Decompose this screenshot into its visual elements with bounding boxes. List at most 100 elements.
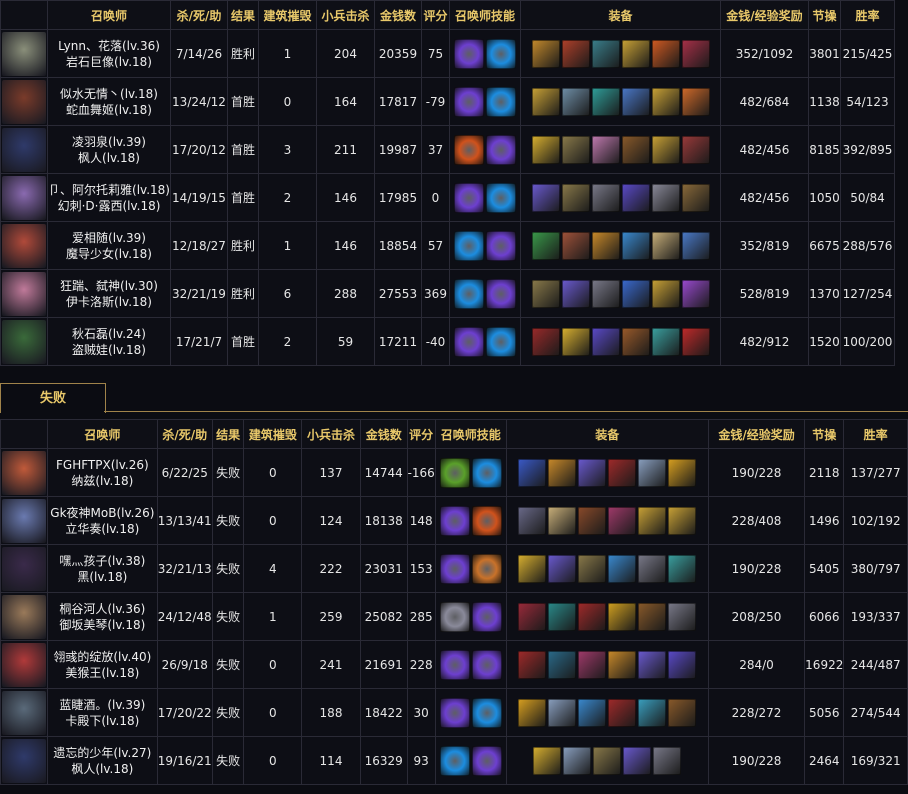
item-icon[interactable]: [593, 746, 622, 775]
item-icon[interactable]: [681, 39, 710, 68]
summoner-spell-icon[interactable]: [439, 649, 470, 680]
avatar[interactable]: [2, 271, 46, 316]
item-icon[interactable]: [608, 650, 637, 679]
summoner-spell-icon[interactable]: [439, 697, 470, 728]
summoner-name[interactable]: 凌羽泉(lv.39): [49, 134, 170, 150]
item-icon[interactable]: [518, 506, 547, 535]
item-icon[interactable]: [578, 602, 607, 631]
item-icon[interactable]: [531, 327, 560, 356]
item-icon[interactable]: [668, 458, 697, 487]
item-icon[interactable]: [518, 554, 547, 583]
summoner-name[interactable]: FGHFTPX(lv.26): [48, 457, 156, 473]
avatar[interactable]: [1, 642, 46, 687]
player-row[interactable]: 翎彧的绽放(lv.40) 美猴王(lv.18) 26/9/18 失败 0 241 21691…: [0, 640, 908, 689]
player-row[interactable]: 桐谷河人(lv.36) 御坂美琴(lv.18) 24/12/48 失败 1 259 2508…: [0, 592, 908, 641]
summoner-name[interactable]: 似水无情丶(lv.18): [49, 86, 170, 102]
item-icon[interactable]: [548, 698, 577, 727]
item-icon[interactable]: [531, 135, 560, 164]
item-icon[interactable]: [591, 327, 620, 356]
avatar[interactable]: [1, 594, 46, 639]
player-row[interactable]: 嘿灬孩子(lv.38) 黑(lv.18) 32/21/13 失败 4 222 23031 15…: [0, 544, 908, 593]
item-icon[interactable]: [681, 231, 710, 260]
item-icon[interactable]: [578, 554, 607, 583]
item-icon[interactable]: [608, 602, 637, 631]
player-row[interactable]: 卩、阿尔托莉雅(lv.18) 幻刺·D·露西(lv.18) 14/19/15 首胜 2 1…: [0, 173, 895, 222]
summoner-spell-icon[interactable]: [454, 86, 484, 117]
summoner-name[interactable]: 蓝睫酒。(lv.39): [48, 697, 156, 713]
item-icon[interactable]: [621, 87, 650, 116]
item-icon[interactable]: [518, 458, 547, 487]
summoner-spell-icon[interactable]: [486, 38, 516, 69]
item-icon[interactable]: [578, 458, 607, 487]
summoner-spell-icon[interactable]: [439, 601, 470, 632]
item-icon[interactable]: [591, 87, 620, 116]
item-icon[interactable]: [621, 231, 650, 260]
summoner-spell-icon[interactable]: [471, 601, 502, 632]
item-icon[interactable]: [531, 39, 560, 68]
summoner-name[interactable]: 秋石磊(lv.24): [49, 326, 170, 342]
summoner-spell-icon[interactable]: [486, 86, 516, 117]
player-row[interactable]: 蓝睫酒。(lv.39) 卡殿下(lv.18) 17/20/22 失败 0 188 18422…: [0, 688, 908, 737]
item-icon[interactable]: [651, 87, 680, 116]
item-icon[interactable]: [668, 602, 697, 631]
summoner-spell-icon[interactable]: [486, 230, 516, 261]
item-icon[interactable]: [621, 279, 650, 308]
item-icon[interactable]: [533, 746, 562, 775]
summoner-spell-icon[interactable]: [471, 457, 502, 488]
item-icon[interactable]: [681, 183, 710, 212]
player-row[interactable]: FGHFTPX(lv.26) 纳兹(lv.18) 6/22/25 失败 0 137 1474…: [0, 448, 908, 497]
item-icon[interactable]: [608, 458, 637, 487]
avatar[interactable]: [2, 31, 46, 76]
summoner-spell-icon[interactable]: [439, 745, 470, 776]
item-icon[interactable]: [561, 39, 590, 68]
item-icon[interactable]: [651, 39, 680, 68]
summoner-spell-icon[interactable]: [471, 553, 502, 584]
item-icon[interactable]: [608, 698, 637, 727]
summoner-spell-icon[interactable]: [454, 134, 484, 165]
summoner-name[interactable]: 狂踹、弑神(lv.30): [49, 278, 170, 294]
avatar[interactable]: [1, 690, 46, 735]
item-icon[interactable]: [621, 327, 650, 356]
player-row[interactable]: 秋石磊(lv.24) 盗贼娃(lv.18) 17/21/7 首胜 2 59 17211 -40…: [0, 317, 895, 366]
avatar[interactable]: [1, 738, 46, 783]
item-icon[interactable]: [518, 602, 547, 631]
item-icon[interactable]: [623, 746, 652, 775]
item-icon[interactable]: [561, 279, 590, 308]
summoner-spell-icon[interactable]: [439, 553, 470, 584]
item-icon[interactable]: [608, 554, 637, 583]
summoner-name[interactable]: 嘿灬孩子(lv.38): [48, 553, 156, 569]
summoner-spell-icon[interactable]: [439, 505, 470, 536]
item-icon[interactable]: [651, 327, 680, 356]
item-icon[interactable]: [531, 231, 560, 260]
summoner-name[interactable]: Gk夜神MoB(lv.26): [48, 505, 156, 521]
item-icon[interactable]: [653, 746, 682, 775]
item-icon[interactable]: [668, 506, 697, 535]
item-icon[interactable]: [621, 39, 650, 68]
avatar[interactable]: [1, 498, 46, 543]
item-icon[interactable]: [638, 602, 667, 631]
summoner-spell-icon[interactable]: [471, 697, 502, 728]
item-icon[interactable]: [681, 87, 710, 116]
item-icon[interactable]: [531, 87, 560, 116]
summoner-name[interactable]: 爱相随(lv.39): [49, 230, 170, 246]
player-row[interactable]: Lynn、花落(lv.36) 岩石巨像(lv.18) 7/14/26 胜利 1 204 20…: [0, 29, 895, 78]
item-icon[interactable]: [651, 135, 680, 164]
avatar[interactable]: [2, 223, 46, 268]
player-row[interactable]: 爱相随(lv.39) 魔导少女(lv.18) 12/18/27 胜利 1 146 18854…: [0, 221, 895, 270]
item-icon[interactable]: [638, 554, 667, 583]
avatar[interactable]: [2, 319, 46, 364]
item-icon[interactable]: [531, 279, 560, 308]
item-icon[interactable]: [638, 506, 667, 535]
summoner-name[interactable]: 遗忘的少年(lv.27): [48, 745, 156, 761]
item-icon[interactable]: [578, 698, 607, 727]
summoner-spell-icon[interactable]: [439, 457, 470, 488]
avatar[interactable]: [1, 450, 46, 495]
summoner-spell-icon[interactable]: [454, 230, 484, 261]
item-icon[interactable]: [591, 135, 620, 164]
summoner-spell-icon[interactable]: [471, 505, 502, 536]
summoner-spell-icon[interactable]: [454, 326, 484, 357]
item-icon[interactable]: [681, 279, 710, 308]
item-icon[interactable]: [651, 231, 680, 260]
item-icon[interactable]: [518, 698, 547, 727]
item-icon[interactable]: [621, 135, 650, 164]
